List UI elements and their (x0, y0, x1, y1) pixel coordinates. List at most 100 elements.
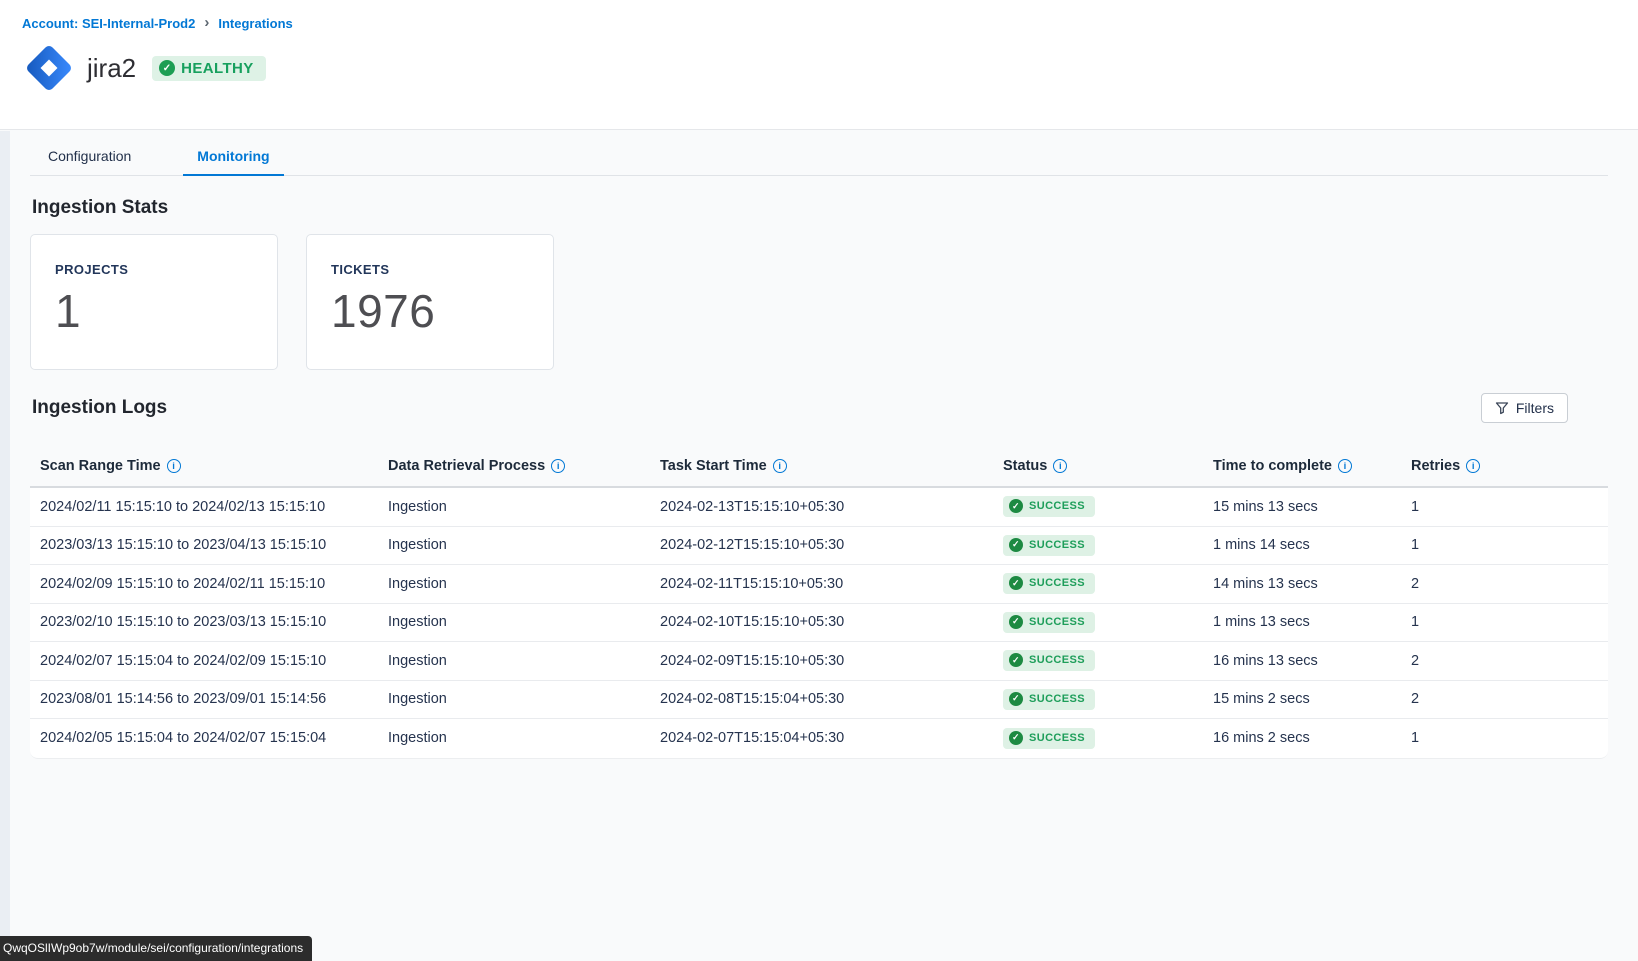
info-icon[interactable]: i (167, 459, 181, 473)
tab-monitoring[interactable]: Monitoring (183, 139, 283, 176)
stat-card-label: TICKETS (331, 262, 553, 277)
check-circle-icon: ✓ (1009, 576, 1023, 590)
tab-configuration[interactable]: Configuration (34, 139, 145, 175)
cell-retries: 1 (1401, 537, 1608, 553)
ingestion-logs-table: Scan Range Time i Data Retrieval Process i… (30, 423, 1608, 759)
cell-scan-range: 2023/02/10 15:15:10 to 2023/03/13 15:15:… (30, 614, 378, 630)
cell-process: Ingestion (378, 576, 650, 592)
status-badge: ✓SUCCESS (1003, 728, 1095, 749)
table-body: 2024/02/11 15:15:10 to 2024/02/13 15:15:… (30, 488, 1608, 759)
cell-retries: 2 (1401, 576, 1608, 592)
breadcrumb-integrations-link[interactable]: Integrations (218, 16, 292, 31)
filters-button[interactable]: Filters (1481, 393, 1568, 423)
status-badge: ✓ SUCCESS (1003, 612, 1095, 633)
info-icon[interactable]: i (773, 459, 787, 473)
status-badge-label: SUCCESS (1029, 693, 1085, 705)
status-badge: ✓ SUCCESS (1003, 689, 1095, 710)
cell-process: Ingestion (378, 537, 650, 553)
stat-card-value: 1976 (331, 284, 553, 338)
cell-retries: 2 (1401, 691, 1608, 707)
cell-time-to-complete: 14 mins 13 secs (1203, 576, 1401, 592)
cell-task-start: 2024-02-09T15:15:10+05:30 (650, 653, 993, 669)
cell-process: Ingestion (378, 653, 650, 669)
cell-task-start: 2024-02-10T15:15:10+05:30 (650, 614, 993, 630)
table-row: 2024/02/09 15:15:10 to 2024/02/11 15:15:… (30, 565, 1608, 604)
table-row: 2023/02/10 15:15:10 to 2023/03/13 15:15:… (30, 604, 1608, 643)
status-badge: ✓ SUCCESS (1003, 573, 1095, 594)
cell-retries: 2 (1401, 653, 1608, 669)
cell-scan-range: 2023/08/01 15:14:56 to 2023/09/01 15:14:… (30, 691, 378, 707)
cell-status: ✓SUCCESS (993, 496, 1203, 517)
column-header-time-to-complete: Time to complete i (1203, 458, 1401, 474)
info-icon[interactable]: i (1053, 459, 1067, 473)
cell-task-start: 2024-02-12T15:15:10+05:30 (650, 537, 993, 553)
column-header-scan-range-time: Scan Range Time i (30, 458, 378, 474)
table-header-row: Scan Range Time i Data Retrieval Process i… (30, 423, 1608, 488)
cell-time-to-complete: 16 mins 13 secs (1203, 653, 1401, 669)
cell-process: Ingestion (378, 730, 650, 746)
cell-process: Ingestion (378, 499, 650, 515)
integration-title: jira2 (87, 53, 136, 84)
status-badge: ✓SUCCESS (1003, 650, 1095, 671)
check-circle-icon: ✓ (1009, 538, 1023, 552)
info-icon[interactable]: i (551, 459, 565, 473)
cell-retries: 1 (1401, 614, 1608, 630)
column-label: Time to complete (1213, 458, 1332, 474)
cell-status: ✓SUCCESS (993, 650, 1203, 671)
table-row: 2024/02/11 15:15:10 to 2024/02/13 15:15:… (30, 488, 1608, 527)
check-circle-icon: ✓ (1009, 499, 1023, 513)
status-badge-label: SUCCESS (1029, 732, 1085, 744)
check-circle-icon: ✓ (1009, 615, 1023, 629)
tab-bar: Configuration Monitoring (30, 139, 1608, 176)
stat-card-label: PROJECTS (55, 262, 277, 277)
cell-status: ✓ SUCCESS (993, 689, 1203, 710)
cell-status: ✓ SUCCESS (993, 612, 1203, 633)
info-icon[interactable]: i (1466, 459, 1480, 473)
cell-process: Ingestion (378, 614, 650, 630)
page-left-gutter (0, 131, 10, 961)
url-status-bar: QwqOSlIWp9ob7w/module/sei/configuration/… (0, 936, 312, 961)
table-row: 2023/08/01 15:14:56 to 2023/09/01 15:14:… (30, 681, 1608, 720)
breadcrumb-account-link[interactable]: Account: SEI-Internal-Prod2 (22, 16, 195, 31)
column-header-retries: Retries i (1401, 458, 1608, 474)
column-label: Status (1003, 458, 1047, 474)
stat-card-projects: PROJECTS 1 (30, 234, 278, 370)
cell-task-start: 2024-02-13T15:15:10+05:30 (650, 499, 993, 515)
column-header-data-retrieval-process: Data Retrieval Process i (378, 458, 650, 474)
stat-card-value: 1 (55, 284, 277, 338)
cell-time-to-complete: 15 mins 2 secs (1203, 691, 1401, 707)
cell-time-to-complete: 16 mins 2 secs (1203, 730, 1401, 746)
column-label: Retries (1411, 458, 1460, 474)
stat-cards: PROJECTS 1 TICKETS 1976 (30, 234, 1608, 370)
cell-scan-range: 2024/02/09 15:15:10 to 2024/02/11 15:15:… (30, 576, 378, 592)
cell-task-start: 2024-02-07T15:15:04+05:30 (650, 730, 993, 746)
chevron-right-icon: › (204, 15, 209, 32)
status-badge-label: SUCCESS (1029, 539, 1085, 551)
filters-button-label: Filters (1516, 400, 1554, 416)
check-circle-icon: ✓ (1009, 653, 1023, 667)
cell-scan-range: 2024/02/05 15:15:04 to 2024/02/07 15:15:… (30, 730, 378, 746)
cell-process: Ingestion (378, 691, 650, 707)
stat-card-tickets: TICKETS 1976 (306, 234, 554, 370)
status-badge: ✓ SUCCESS (1003, 535, 1095, 556)
column-header-task-start-time: Task Start Time i (650, 458, 993, 474)
cell-time-to-complete: 1 mins 13 secs (1203, 614, 1401, 630)
jira-logo-icon (22, 41, 76, 95)
cell-status: ✓ SUCCESS (993, 535, 1203, 556)
main-content: Configuration Monitoring Ingestion Stats… (0, 139, 1638, 759)
column-label: Scan Range Time (40, 458, 161, 474)
check-circle-icon: ✓ (1009, 692, 1023, 706)
status-badge-label: SUCCESS (1029, 577, 1085, 589)
cell-scan-range: 2024/02/07 15:15:04 to 2024/02/09 15:15:… (30, 653, 378, 669)
cell-status: ✓SUCCESS (993, 728, 1203, 749)
info-icon[interactable]: i (1338, 459, 1352, 473)
table-row: 2023/03/13 15:15:10 to 2023/04/13 15:15:… (30, 527, 1608, 566)
column-label: Task Start Time (660, 458, 767, 474)
cell-retries: 1 (1401, 730, 1608, 746)
health-status-badge: ✓ HEALTHY (152, 56, 266, 81)
cell-task-start: 2024-02-11T15:15:10+05:30 (650, 576, 993, 592)
status-badge-label: SUCCESS (1029, 616, 1085, 628)
table-row: 2024/02/07 15:15:04 to 2024/02/09 15:15:… (30, 642, 1608, 681)
table-row: 2024/02/05 15:15:04 to 2024/02/07 15:15:… (30, 719, 1608, 758)
column-label: Data Retrieval Process (388, 458, 545, 474)
